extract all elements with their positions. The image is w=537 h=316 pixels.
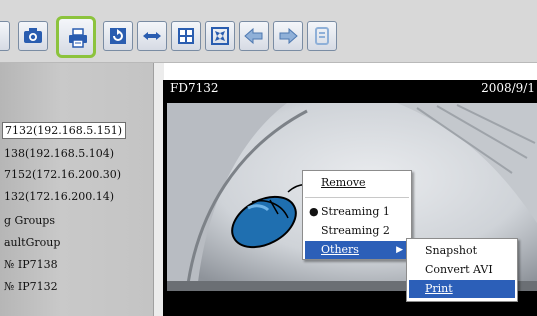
video-title: FD7132 (170, 81, 219, 95)
fit-button[interactable] (205, 21, 235, 51)
tool-icon (315, 27, 329, 45)
forward-button[interactable] (273, 21, 303, 51)
tree-item[interactable]: 138(192.168.5.104) (4, 146, 114, 161)
fullscreen-button[interactable] (137, 21, 167, 51)
video-date: 2008/9/1 (481, 81, 535, 95)
others-submenu: Snapshot Convert AVI Print (406, 238, 518, 302)
arrow-right-icon (279, 27, 298, 45)
arrow-left-icon (244, 27, 263, 45)
printer-icon (69, 28, 87, 48)
menu-item-others[interactable]: Others ▶ (305, 241, 409, 259)
tree-item[interactable]: 7152(172.16.200.30) (4, 167, 121, 182)
back-button[interactable] (239, 21, 269, 51)
camera-icon (24, 28, 42, 43)
menu-item-print[interactable]: Print (409, 280, 515, 298)
layout-grid-icon (178, 28, 194, 44)
fit-window-icon (211, 27, 229, 45)
checked-bullet-icon: ● (309, 205, 319, 218)
tree-item[interactable]: № IP7138 (4, 257, 58, 272)
fullscreen-icon (143, 32, 161, 40)
device-tree: 7132(192.168.5.151) 138(192.168.5.104) 7… (0, 63, 153, 316)
menu-item-remove[interactable]: Remove (303, 174, 411, 192)
tree-item[interactable]: 7132(192.168.5.151) (2, 122, 127, 139)
menu-item-streaming-1[interactable]: ● Streaming 1 (303, 203, 411, 221)
layout-button[interactable] (171, 21, 201, 51)
snapshot-button[interactable] (18, 21, 48, 51)
refresh-icon (110, 28, 126, 44)
menu-item-snapshot[interactable]: Snapshot (407, 242, 517, 260)
tree-item[interactable]: aultGroup (4, 235, 60, 250)
tree-item[interactable]: g Groups (4, 213, 55, 228)
menu-item-streaming-2[interactable]: Streaming 2 (303, 222, 411, 240)
settings-button[interactable] (307, 21, 337, 51)
menu-separator (305, 197, 409, 198)
menu-item-convert-avi[interactable]: Convert AVI (407, 261, 517, 279)
toolbar (0, 0, 537, 63)
toolbar-button-partial[interactable] (0, 21, 10, 51)
tree-item[interactable]: 132(172.16.200.14) (4, 189, 114, 204)
submenu-arrow-icon: ▶ (396, 245, 403, 255)
context-menu: Remove ● Streaming 1 Streaming 2 Others … (302, 170, 412, 260)
tree-item[interactable]: № IP7132 (4, 279, 58, 294)
refresh-button[interactable] (103, 21, 133, 51)
print-button[interactable] (56, 16, 96, 58)
